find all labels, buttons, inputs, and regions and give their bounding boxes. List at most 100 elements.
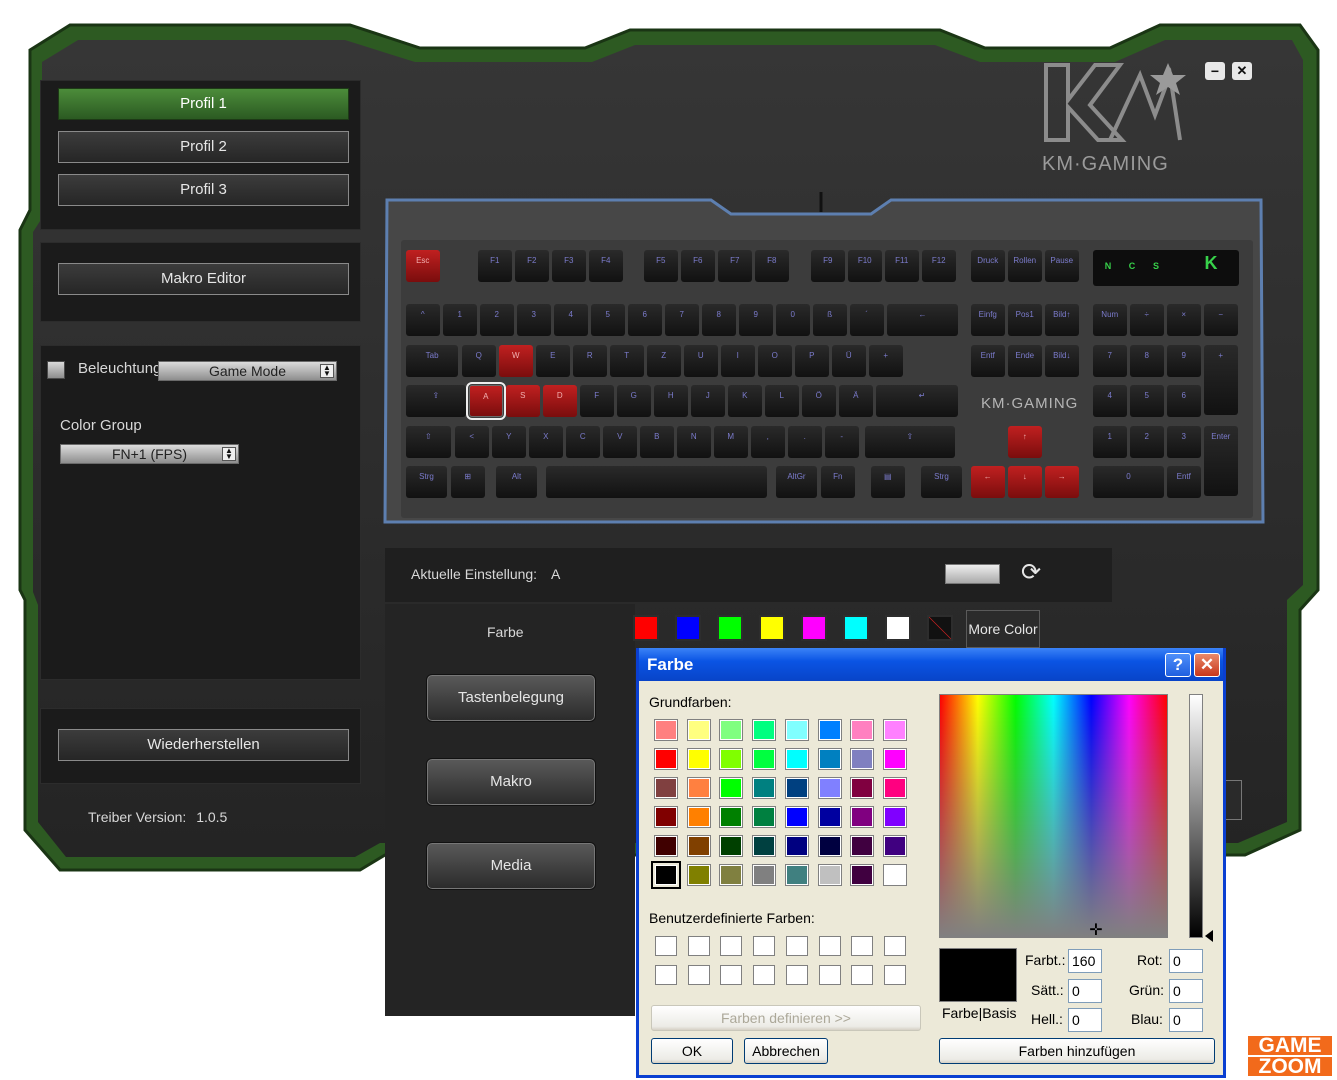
side-button-3[interactable]: Media: [426, 842, 596, 890]
basic-color-8[interactable]: [882, 719, 907, 741]
key-×[interactable]: ×: [1167, 304, 1201, 336]
basic-color-38[interactable]: [817, 835, 842, 857]
green-input[interactable]: 0: [1169, 979, 1203, 1003]
key--[interactable]: -: [825, 426, 859, 458]
key-1[interactable]: 1: [443, 304, 477, 336]
key-ü[interactable]: Ü: [832, 345, 866, 377]
key-f[interactable]: F: [580, 385, 614, 417]
custom-color-13[interactable]: [785, 965, 808, 985]
cancel-button[interactable]: Abbrechen: [744, 1038, 828, 1064]
key-7[interactable]: 7: [665, 304, 699, 336]
key-v[interactable]: V: [603, 426, 637, 458]
ok-button[interactable]: OK: [651, 1038, 733, 1064]
basic-color-4[interactable]: [752, 719, 777, 741]
key-w[interactable]: W: [499, 345, 533, 377]
color-swatch-3[interactable]: [717, 615, 743, 641]
basic-color-31[interactable]: [850, 806, 875, 828]
basic-color-41[interactable]: [651, 861, 681, 889]
key-i[interactable]: I: [721, 345, 755, 377]
basic-color-30[interactable]: [817, 806, 842, 828]
key-+[interactable]: +: [869, 345, 903, 377]
custom-color-4[interactable]: [753, 936, 776, 956]
custom-color-11[interactable]: [720, 965, 743, 985]
key-ö[interactable]: Ö: [802, 385, 836, 417]
basic-color-1[interactable]: [654, 719, 678, 741]
custom-color-7[interactable]: [851, 936, 874, 956]
key-6[interactable]: 6: [1167, 385, 1201, 417]
basic-color-11[interactable]: [719, 748, 744, 770]
basic-color-35[interactable]: [719, 835, 744, 857]
key-↑[interactable]: ↑: [1008, 426, 1042, 458]
key-f7[interactable]: F7: [718, 250, 752, 282]
basic-color-47[interactable]: [850, 864, 875, 886]
basic-color-26[interactable]: [686, 806, 711, 828]
basic-color-2[interactable]: [686, 719, 711, 741]
key-q[interactable]: Q: [462, 345, 496, 377]
basic-color-10[interactable]: [686, 748, 711, 770]
key-ß[interactable]: ß: [813, 304, 847, 336]
key-s[interactable]: S: [506, 385, 540, 417]
key-2[interactable]: 2: [1130, 426, 1164, 458]
key-c[interactable]: C: [566, 426, 600, 458]
key-´[interactable]: ´: [850, 304, 884, 336]
help-button[interactable]: ?: [1165, 653, 1191, 677]
custom-color-6[interactable]: [818, 936, 841, 956]
color-swatch-6[interactable]: [843, 615, 869, 641]
color-swatch-4[interactable]: [759, 615, 785, 641]
key-7[interactable]: 7: [1093, 345, 1127, 377]
key-9[interactable]: 9: [739, 304, 773, 336]
key-<[interactable]: <: [455, 426, 489, 458]
key-ende[interactable]: Ende: [1008, 345, 1042, 377]
key-↓[interactable]: ↓: [1008, 466, 1042, 498]
key-8[interactable]: 8: [1130, 345, 1164, 377]
custom-color-8[interactable]: [883, 936, 906, 956]
key-h[interactable]: H: [654, 385, 688, 417]
key-y[interactable]: Y: [492, 426, 526, 458]
basic-color-44[interactable]: [752, 864, 777, 886]
dialog-close-button[interactable]: ✕: [1194, 653, 1220, 677]
basic-color-48[interactable]: [882, 864, 907, 886]
key-pos1[interactable]: Pos1: [1008, 304, 1042, 336]
basic-color-25[interactable]: [654, 806, 678, 828]
more-color-button[interactable]: More Color: [966, 610, 1040, 648]
sat-input[interactable]: 0: [1068, 979, 1102, 1003]
key-pause[interactable]: Pause: [1045, 250, 1079, 282]
key-ä[interactable]: Ä: [839, 385, 873, 417]
custom-color-3[interactable]: [720, 936, 743, 956]
custom-color-9[interactable]: [655, 965, 677, 985]
key-5[interactable]: 5: [1130, 385, 1164, 417]
key-g[interactable]: G: [617, 385, 651, 417]
lighting-checkbox[interactable]: [47, 361, 65, 379]
key-5[interactable]: 5: [591, 304, 625, 336]
key-bild↓[interactable]: Bild↓: [1045, 345, 1079, 377]
key-space[interactable]: [546, 466, 767, 498]
key-l[interactable]: L: [765, 385, 799, 417]
key-x[interactable]: X: [529, 426, 563, 458]
key-−[interactable]: −: [1204, 304, 1238, 336]
restore-button[interactable]: Wiederherstellen: [58, 729, 349, 761]
key-0[interactable]: 0: [776, 304, 810, 336]
key-8[interactable]: 8: [702, 304, 736, 336]
basic-color-6[interactable]: [817, 719, 842, 741]
basic-color-16[interactable]: [882, 748, 907, 770]
define-colors-button[interactable]: Farben definieren >>: [651, 1005, 921, 1031]
key-3[interactable]: 3: [1167, 426, 1201, 458]
key-f12[interactable]: F12: [922, 250, 956, 282]
hue-input[interactable]: 160: [1068, 949, 1102, 973]
key-t[interactable]: T: [610, 345, 644, 377]
key-o[interactable]: O: [758, 345, 792, 377]
basic-color-24[interactable]: [882, 777, 907, 799]
custom-color-1[interactable]: [655, 936, 677, 956]
basic-color-3[interactable]: [719, 719, 744, 741]
key-strg[interactable]: Strg: [921, 466, 962, 498]
basic-color-22[interactable]: [817, 777, 842, 799]
red-input[interactable]: 0: [1169, 949, 1203, 973]
key-rollen[interactable]: Rollen: [1008, 250, 1042, 282]
key-druck[interactable]: Druck: [971, 250, 1005, 282]
key-⇪[interactable]: ⇪: [406, 385, 466, 417]
luminance-slider[interactable]: [1189, 694, 1203, 938]
key-einfg[interactable]: Einfg: [971, 304, 1005, 336]
basic-color-14[interactable]: [817, 748, 842, 770]
key-6[interactable]: 6: [628, 304, 662, 336]
basic-color-21[interactable]: [784, 777, 809, 799]
